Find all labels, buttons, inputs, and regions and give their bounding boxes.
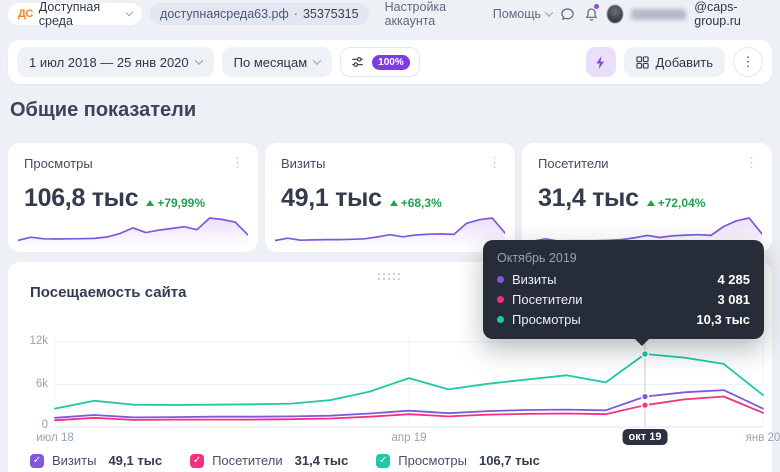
series-dot-icon: [497, 296, 504, 303]
tooltip-row: Визиты 4 285: [497, 272, 750, 287]
chart-title: Посещаемость сайта: [30, 284, 186, 301]
x-axis-label: июл 18: [36, 432, 74, 444]
x-axis-label: янв 20: [746, 432, 780, 444]
date-range-value: 1 июл 2018 — 25 янв 2020: [29, 55, 189, 70]
counter-domain: доступнаясреда63.рф: [160, 7, 289, 21]
checkbox-checked-icon: ✓: [30, 454, 44, 468]
card-title: Визиты: [281, 156, 499, 171]
x-axis: июл 18апр 19окт 19янв 20: [55, 432, 763, 450]
traffic-chart-plot[interactable]: [55, 337, 763, 427]
arrow-up-icon: [647, 200, 655, 206]
arrow-up-icon: [390, 200, 398, 206]
x-axis-label: окт 19: [623, 429, 668, 445]
card-menu-button[interactable]: ⋮: [227, 153, 248, 173]
notifications-bell-icon[interactable]: [584, 5, 600, 23]
legend-value: 49,1 тыс: [108, 453, 162, 468]
sparkline: [18, 212, 248, 250]
counter-domain-info[interactable]: доступнаясреда63.рф · 35375315: [150, 3, 369, 25]
legend-value: 106,7 тыс: [479, 453, 540, 468]
y-axis-tick: 12k: [18, 335, 48, 347]
filter-bar: 1 июл 2018 — 25 янв 2020 По месяцам 100%…: [8, 40, 772, 84]
user-name-blurred: [631, 9, 686, 20]
sparkline: [275, 212, 505, 250]
add-widget-label: Добавить: [656, 55, 713, 70]
x-axis-label: апр 19: [391, 432, 426, 444]
card-menu-button[interactable]: ⋮: [741, 153, 762, 173]
avatar[interactable]: [607, 5, 623, 23]
counter-id: 35375315: [303, 7, 359, 21]
section-title: Общие показатели: [10, 99, 196, 122]
add-widget-button[interactable]: Добавить: [624, 47, 725, 77]
card-delta: +79,99%: [146, 196, 205, 210]
more-options-button[interactable]: ⋮: [733, 47, 763, 77]
chevron-down-icon: [194, 56, 202, 64]
arrow-up-icon: [146, 200, 154, 206]
card-delta: +72,04%: [647, 196, 706, 210]
granularity-select[interactable]: По месяцам: [222, 47, 333, 77]
y-axis-tick: 6k: [18, 378, 48, 390]
lightning-icon: [594, 55, 607, 70]
metric-cards-row: Просмотры ⋮ 106,8 тыс +79,99% Визиты ⋮ 4…: [8, 143, 772, 252]
legend-item-views[interactable]: ✓ Просмотры 106,7 тыс: [376, 453, 540, 468]
counter-selector[interactable]: ДС Доступная среда: [8, 3, 142, 25]
card-value: 106,8 тыс: [24, 184, 138, 213]
topbar: ДС Доступная среда доступнаясреда63.рф ·…: [0, 0, 780, 28]
sampling-badge: 100%: [372, 55, 410, 70]
metric-card-visitors[interactable]: Посетители ⋮ 31,4 тыс +72,04%: [522, 143, 772, 252]
tooltip-row: Посетители 3 081: [497, 292, 750, 307]
card-value: 31,4 тыс: [538, 184, 639, 213]
counter-logo-icon: ДС: [18, 8, 33, 20]
dot-separator: ·: [294, 7, 298, 21]
chat-icon[interactable]: [560, 5, 576, 23]
legend-item-visitors[interactable]: ✓ Посетители 31,4 тыс: [190, 453, 348, 468]
tooltip-label: Просмотры: [512, 312, 581, 327]
sampling-control[interactable]: 100%: [340, 47, 420, 77]
card-title: Посетители: [538, 156, 756, 171]
chevron-down-icon: [126, 9, 134, 17]
legend-value: 31,4 тыс: [295, 453, 349, 468]
legend-label: Визиты: [52, 453, 96, 468]
user-email-domain: @caps-group.ru: [694, 0, 772, 28]
tooltip-value: 10,3 тыс: [696, 312, 750, 327]
legend-item-visits[interactable]: ✓ Визиты 49,1 тыс: [30, 453, 162, 468]
traffic-chart-svg: [55, 337, 763, 427]
card-title: Просмотры: [24, 156, 242, 171]
help-label: Помощь: [493, 7, 541, 21]
card-menu-button[interactable]: ⋮: [484, 153, 505, 173]
card-value: 49,1 тыс: [281, 184, 382, 213]
chevron-down-icon: [313, 56, 321, 64]
tooltip-row: Просмотры 10,3 тыс: [497, 312, 750, 327]
series-dot-icon: [497, 316, 504, 323]
chart-tooltip: Октябрь 2019 Визиты 4 285 Посетители 3 0…: [483, 240, 764, 339]
legend-label: Просмотры: [398, 453, 467, 468]
account-settings-link[interactable]: Настройка аккаунта: [385, 0, 485, 28]
chart-legend: ✓ Визиты 49,1 тыс ✓ Посетители 31,4 тыс …: [30, 453, 540, 468]
metric-card-visits[interactable]: Визиты ⋮ 49,1 тыс +68,3%: [265, 143, 515, 252]
card-delta: +68,3%: [390, 196, 442, 210]
y-axis-tick: 0: [18, 419, 48, 431]
counter-name: Доступная среда: [39, 0, 121, 28]
tooltip-value: 3 081: [717, 292, 750, 307]
help-menu[interactable]: Помощь: [493, 7, 552, 21]
date-range-picker[interactable]: 1 июл 2018 — 25 янв 2020: [17, 47, 214, 77]
sliders-icon: [350, 55, 365, 69]
metric-card-views[interactable]: Просмотры ⋮ 106,8 тыс +79,99%: [8, 143, 258, 252]
tooltip-value: 4 285: [717, 272, 750, 287]
quick-actions-button[interactable]: [586, 47, 616, 77]
drag-handle[interactable]: [377, 268, 403, 286]
tooltip-title: Октябрь 2019: [497, 251, 750, 265]
chevron-down-icon: [545, 8, 553, 16]
legend-label: Посетители: [212, 453, 283, 468]
checkbox-checked-icon: ✓: [190, 454, 204, 468]
widgets-grid-icon: [636, 56, 649, 69]
granularity-value: По месяцам: [234, 55, 308, 70]
tooltip-label: Визиты: [512, 272, 556, 287]
series-dot-icon: [497, 276, 504, 283]
checkbox-checked-icon: ✓: [376, 454, 390, 468]
tooltip-label: Посетители: [512, 292, 583, 307]
